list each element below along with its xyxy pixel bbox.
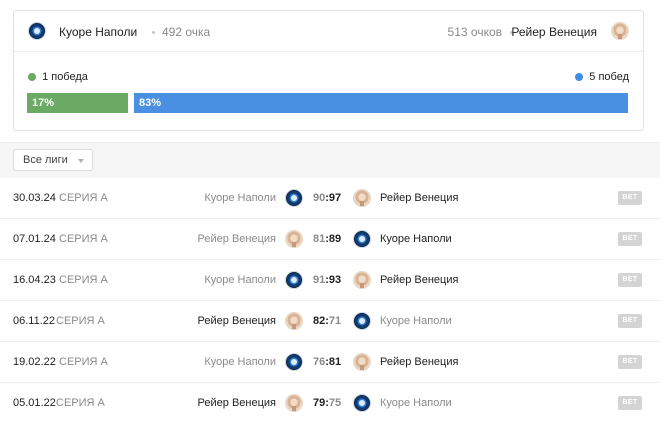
away-team-points: 513 очков bbox=[447, 25, 502, 39]
napoli-logo-icon bbox=[353, 230, 371, 248]
venezia-logo-icon bbox=[285, 394, 303, 412]
match-row[interactable]: 30.03.24 СЕРИЯ А Куоре Наполи 90:97 Рейер Ве… bbox=[0, 178, 660, 219]
away-score: 81 bbox=[328, 356, 342, 368]
away-wins-label: 5 побед bbox=[589, 71, 629, 83]
match-row[interactable]: 06.11.22 СЕРИЯ А Рейер Венеция 82:71 Куоре Н… bbox=[0, 301, 660, 342]
napoli-logo-icon bbox=[285, 271, 303, 289]
match-list: 30.03.24 СЕРИЯ А Куоре Наполи 90:97 Рейер Ве… bbox=[0, 178, 660, 421]
away-percent-label: 83% bbox=[139, 97, 162, 109]
home-score: 79 bbox=[313, 397, 326, 409]
venezia-logo-icon[interactable] bbox=[611, 22, 629, 40]
league-filter-value: Все лиги bbox=[23, 154, 68, 166]
away-team-name[interactable]: Рейер Венеция bbox=[511, 25, 597, 39]
away-wins: 5 побед bbox=[575, 71, 629, 83]
home-team-name[interactable]: Куоре Наполи bbox=[204, 274, 276, 286]
match-row[interactable]: 16.04.23 СЕРИЯ А Куоре Наполи 91:93 Рейер Ве… bbox=[0, 260, 660, 301]
napoli-logo-icon[interactable] bbox=[28, 22, 46, 40]
home-color-dot bbox=[28, 73, 36, 81]
home-team-name[interactable]: Куоре Наполи bbox=[204, 192, 276, 204]
match-score[interactable]: 76:81 bbox=[313, 356, 341, 368]
bet-button[interactable]: BET bbox=[618, 273, 642, 287]
away-team-name[interactable]: Рейер Венеция bbox=[380, 192, 458, 204]
away-team-name[interactable]: Рейер Венеция bbox=[380, 356, 458, 368]
away-score: 71 bbox=[328, 315, 342, 327]
match-row[interactable]: 05.01.22 СЕРИЯ А Рейер Венеция 79:75 Куоре Н… bbox=[0, 383, 660, 421]
venezia-logo-icon bbox=[285, 312, 303, 330]
away-color-dot bbox=[575, 73, 584, 81]
home-wins: 1 победа bbox=[28, 71, 88, 83]
match-score[interactable]: 81:89 bbox=[313, 233, 341, 245]
away-score: 93 bbox=[328, 274, 342, 286]
venezia-logo-icon bbox=[353, 353, 371, 371]
match-league[interactable]: СЕРИЯ А bbox=[56, 315, 105, 327]
match-date: 16.04.23 bbox=[13, 274, 56, 286]
home-team-points: 492 очка bbox=[162, 25, 211, 39]
bet-button[interactable]: BET bbox=[618, 396, 642, 410]
home-team-name[interactable]: Рейер Венеция bbox=[198, 233, 276, 245]
away-score: 75 bbox=[328, 397, 342, 409]
filter-bar: Все лиги bbox=[0, 142, 660, 178]
head-to-head-summary: Куоре Наполи 492 очка 513 очков Рейер Ве… bbox=[13, 10, 644, 131]
away-team-name[interactable]: Куоре Наполи bbox=[380, 233, 452, 245]
match-league[interactable]: СЕРИЯ А bbox=[59, 356, 108, 368]
match-score[interactable]: 90:97 bbox=[313, 192, 341, 204]
napoli-logo-icon bbox=[285, 353, 303, 371]
napoli-logo-icon bbox=[353, 394, 371, 412]
chevron-down-icon bbox=[78, 159, 84, 163]
bet-button[interactable]: BET bbox=[618, 355, 642, 369]
home-score: 90 bbox=[313, 192, 326, 204]
match-score[interactable]: 82:71 bbox=[313, 315, 341, 327]
league-filter-select[interactable]: Все лиги bbox=[13, 149, 93, 171]
match-score[interactable]: 79:75 bbox=[313, 397, 341, 409]
away-team-name[interactable]: Куоре Наполи bbox=[380, 397, 452, 409]
match-date: 06.11.22 bbox=[13, 315, 56, 327]
match-row[interactable]: 19.02.22 СЕРИЯ А Куоре Наполи 76:81 Рейер Ве… bbox=[0, 342, 660, 383]
home-score: 82 bbox=[313, 315, 326, 327]
match-date: 07.01.24 bbox=[13, 233, 56, 245]
match-league[interactable]: СЕРИЯ А bbox=[59, 192, 108, 204]
separator-dot bbox=[152, 31, 155, 34]
napoli-logo-icon bbox=[353, 312, 371, 330]
summary-header: Куоре Наполи 492 очка 513 очков Рейер Ве… bbox=[14, 11, 643, 52]
bet-button[interactable]: BET bbox=[618, 232, 642, 246]
match-league[interactable]: СЕРИЯ А bbox=[59, 274, 108, 286]
away-score: 97 bbox=[328, 192, 342, 204]
home-team-name[interactable]: Куоре Наполи bbox=[59, 25, 137, 39]
match-date: 30.03.24 bbox=[13, 192, 56, 204]
venezia-logo-icon bbox=[353, 189, 371, 207]
home-team-name[interactable]: Куоре Наполи bbox=[204, 356, 276, 368]
home-team-name[interactable]: Рейер Венеция bbox=[198, 315, 276, 327]
match-league[interactable]: СЕРИЯ А bbox=[56, 397, 105, 409]
match-score[interactable]: 91:93 bbox=[313, 274, 341, 286]
home-score: 81 bbox=[313, 233, 326, 245]
home-percent-label: 17% bbox=[32, 97, 55, 109]
bet-button[interactable]: BET bbox=[618, 191, 642, 205]
venezia-logo-icon bbox=[285, 230, 303, 248]
match-row[interactable]: 07.01.24 СЕРИЯ А Рейер Венеция 81:89 Куоре Н… bbox=[0, 219, 660, 260]
bet-button[interactable]: BET bbox=[618, 314, 642, 328]
home-team-name[interactable]: Рейер Венеция bbox=[198, 397, 276, 409]
match-league[interactable]: СЕРИЯ А bbox=[59, 233, 108, 245]
venezia-logo-icon bbox=[353, 271, 371, 289]
home-win-share-bar: 17% bbox=[27, 93, 128, 113]
away-team-name[interactable]: Куоре Наполи bbox=[380, 315, 452, 327]
away-win-share-bar: 83% bbox=[134, 93, 628, 113]
match-date: 05.01.22 bbox=[13, 397, 56, 409]
away-score: 89 bbox=[328, 233, 342, 245]
home-score: 76 bbox=[313, 356, 326, 368]
away-team-name[interactable]: Рейер Венеция bbox=[380, 274, 458, 286]
match-date: 19.02.22 bbox=[13, 356, 56, 368]
napoli-logo-icon bbox=[285, 189, 303, 207]
home-score: 91 bbox=[313, 274, 326, 286]
home-wins-label: 1 победа bbox=[42, 71, 88, 83]
